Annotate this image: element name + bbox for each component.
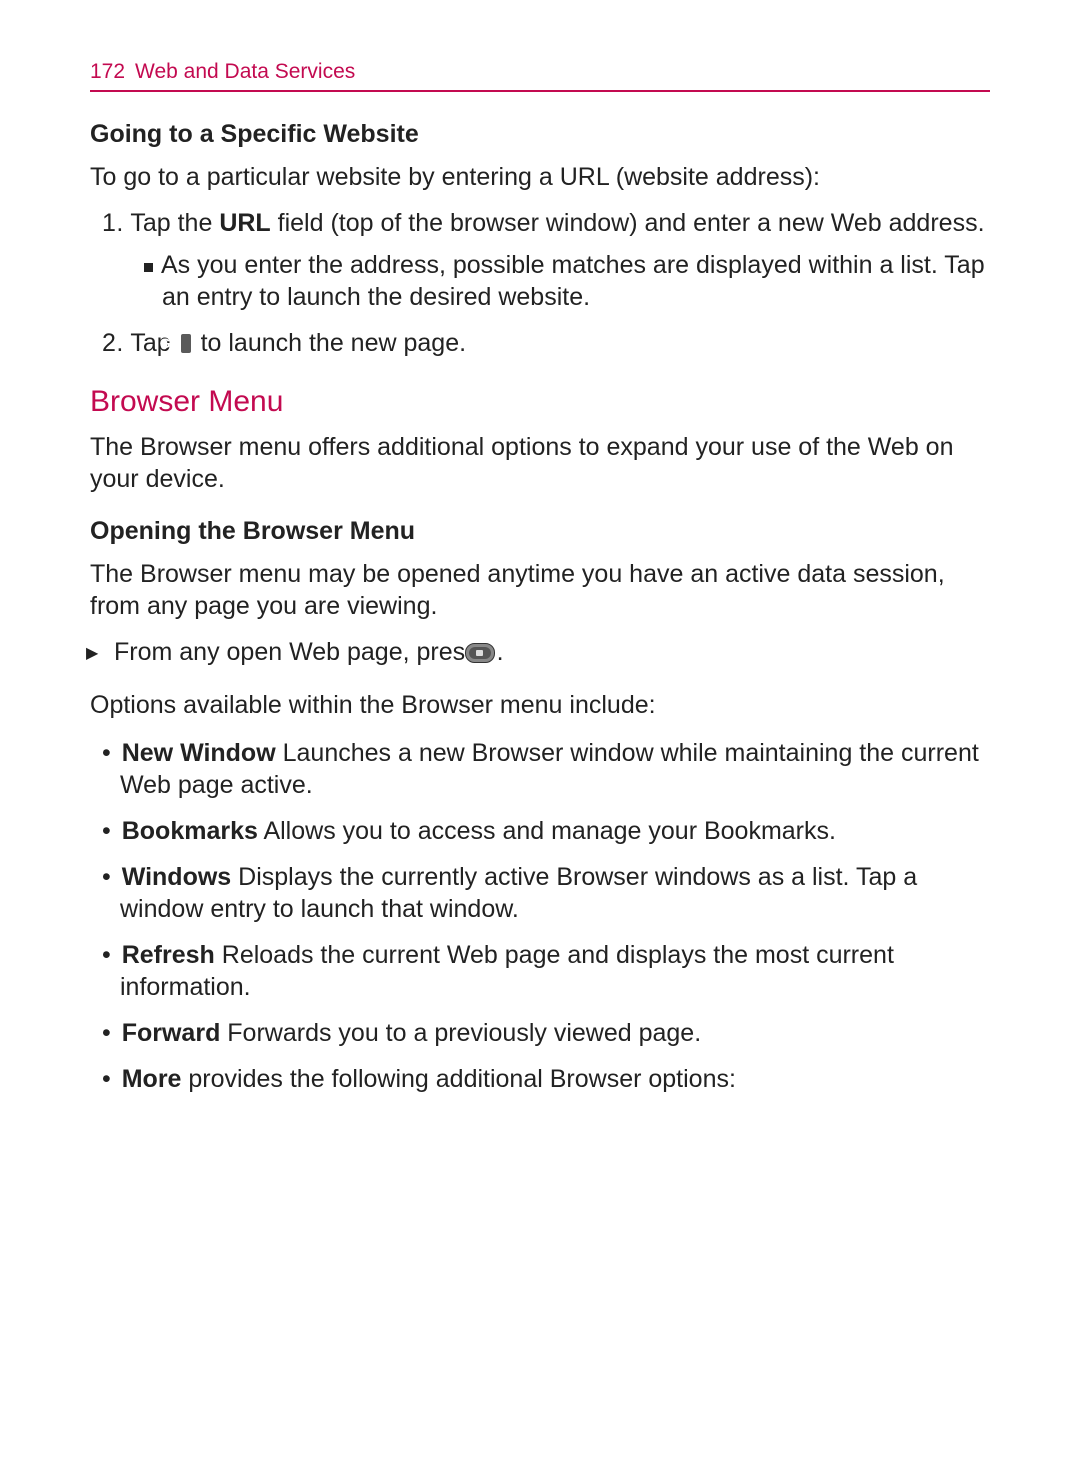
option-desc: Allows you to access and manage your Boo… <box>258 817 836 845</box>
bullet-icon: • <box>102 1019 111 1047</box>
option-desc: Reloads the current Web page and display… <box>120 941 894 1001</box>
instruction-press-menu: ▶From any open Web page, press . <box>90 636 990 671</box>
menu-button-icon <box>487 639 495 671</box>
option-refresh: • Refresh Reloads the current Web page a… <box>90 939 990 1003</box>
step-text-prefix: Tap the <box>130 209 219 237</box>
option-label: New Window <box>122 739 276 767</box>
page-header: 172 Web and Data Services <box>90 60 990 92</box>
step-1-subitem: As you enter the address, possible match… <box>90 249 990 313</box>
bullet-icon: • <box>102 863 111 891</box>
instruction-text-suffix: . <box>497 638 504 666</box>
option-desc: provides the following additional Browse… <box>181 1065 735 1093</box>
options-heading: Options available within the Browser men… <box>90 689 990 721</box>
bullet-icon: • <box>102 1065 111 1093</box>
square-bullet-icon <box>144 263 153 272</box>
option-label: Bookmarks <box>122 817 258 845</box>
option-label: Windows <box>122 863 232 891</box>
step-1: 1. Tap the URL field (top of the browser… <box>90 207 990 239</box>
option-new-window: • New Window Launches a new Browser wind… <box>90 737 990 801</box>
url-field-label: URL <box>219 209 270 237</box>
option-more: • More provides the following additional… <box>90 1063 990 1095</box>
chapter-title: Web and Data Services <box>135 60 355 84</box>
sub-bullet-text: As you enter the address, possible match… <box>161 251 985 311</box>
option-desc: Forwards you to a previously viewed page… <box>220 1019 701 1047</box>
option-label: More <box>122 1065 182 1093</box>
document-page: 172 Web and Data Services Going to a Spe… <box>0 0 1080 1460</box>
step-number: 2. <box>102 329 124 357</box>
step-2: 2. Tap Go to launch the new page. <box>90 327 990 359</box>
heading-opening-browser-menu: Opening the Browser Menu <box>90 517 990 546</box>
heading-going-to-website: Going to a Specific Website <box>90 120 990 149</box>
option-label: Forward <box>122 1019 221 1047</box>
browser-menu-intro: The Browser menu offers additional optio… <box>90 431 990 495</box>
option-forward: • Forward Forwards you to a previously v… <box>90 1017 990 1049</box>
opening-browser-menu-para: The Browser menu may be opened anytime y… <box>90 558 990 622</box>
step-text-suffix: to launch the new page. <box>194 329 466 357</box>
go-button-icon: Go <box>181 334 191 353</box>
option-desc: Displays the currently active Browser wi… <box>120 863 917 923</box>
bullet-icon: • <box>102 739 111 767</box>
option-label: Refresh <box>122 941 215 969</box>
option-bookmarks: • Bookmarks Allows you to access and man… <box>90 815 990 847</box>
instruction-text-prefix: From any open Web page, press <box>114 638 485 666</box>
step-text-suffix: field (top of the browser window) and en… <box>271 209 985 237</box>
page-number: 172 <box>90 60 125 84</box>
bullet-icon: • <box>102 941 111 969</box>
step-number: 1. <box>102 209 124 237</box>
bullet-icon: • <box>102 817 111 845</box>
heading-browser-menu: Browser Menu <box>90 385 990 419</box>
option-windows: • Windows Displays the currently active … <box>90 861 990 925</box>
intro-paragraph: To go to a particular website by enterin… <box>90 161 990 193</box>
